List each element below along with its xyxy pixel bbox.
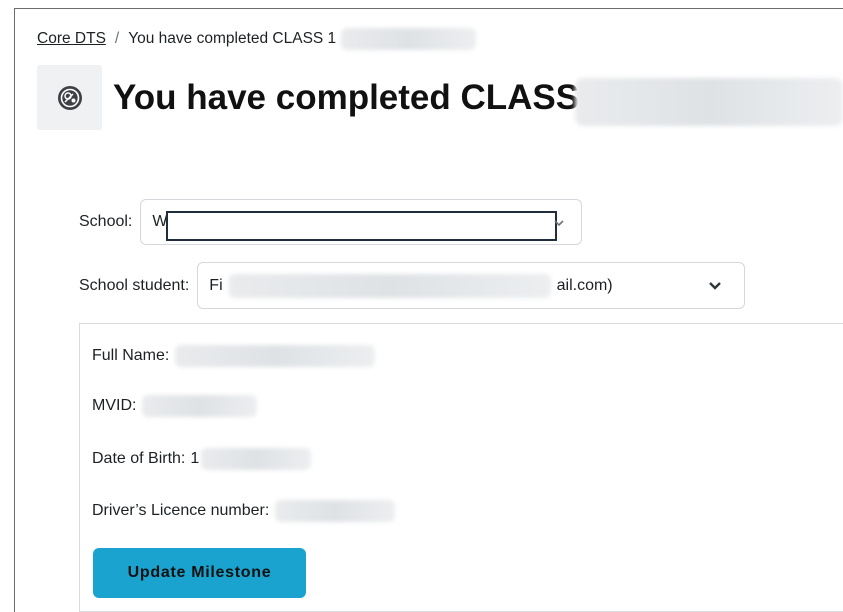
update-milestone-button[interactable]: Update Milestone	[93, 548, 306, 598]
window-top	[0, 0, 843, 8]
redacted-text	[341, 28, 477, 50]
chevron-down-icon	[709, 282, 722, 290]
mvid-field: MVID:	[92, 395, 258, 417]
redacted-mvid	[142, 395, 258, 417]
page-title: You have completed CLASS 1	[113, 77, 609, 117]
student-label: School student:	[79, 276, 190, 294]
chevron-down-icon	[554, 220, 564, 227]
student-details-panel: Full Name: MVID: Date of Birth: 1 Driver…	[79, 323, 843, 612]
frame-border-top	[14, 8, 843, 9]
full-name-field: Full Name:	[92, 345, 376, 367]
student-select[interactable]: Fi ail.com)	[197, 262, 746, 309]
badge-icon	[57, 85, 82, 110]
dob-field: Date of Birth: 1	[92, 448, 312, 470]
activity-icon-box	[37, 65, 102, 130]
school-select[interactable]: W	[140, 199, 583, 245]
redacted-title-text	[575, 78, 843, 126]
student-value-start: Fi	[209, 276, 223, 294]
dob-label: Date of Birth:	[92, 450, 186, 467]
full-name-label: Full Name:	[92, 347, 170, 364]
licence-field: Driver’s Licence number:	[92, 500, 396, 522]
page-header: You have completed CLASS 1	[37, 65, 608, 130]
redacted-full-name	[175, 345, 376, 367]
school-row: School: W	[79, 199, 583, 245]
school-select-focus-overlay	[166, 211, 558, 241]
frame-border-left	[14, 8, 15, 612]
redacted-student	[228, 273, 551, 298]
redacted-dob	[201, 448, 312, 470]
school-label: School:	[79, 213, 133, 230]
breadcrumb: Core DTS / You have completed CLASS 1	[37, 28, 477, 50]
student-value-end: ail.com)	[556, 276, 613, 294]
school-value: W	[152, 213, 168, 230]
breadcrumb-current: You have completed CLASS 1	[128, 30, 337, 47]
dob-value-start: 1	[190, 450, 200, 467]
breadcrumb-root-link[interactable]: Core DTS	[37, 30, 106, 48]
mvid-label: MVID:	[92, 397, 137, 414]
licence-label: Driver’s Licence number:	[92, 502, 270, 519]
breadcrumb-separator: /	[114, 30, 120, 47]
student-row: School student: Fi ail.com)	[79, 262, 746, 309]
redacted-licence	[275, 500, 396, 522]
